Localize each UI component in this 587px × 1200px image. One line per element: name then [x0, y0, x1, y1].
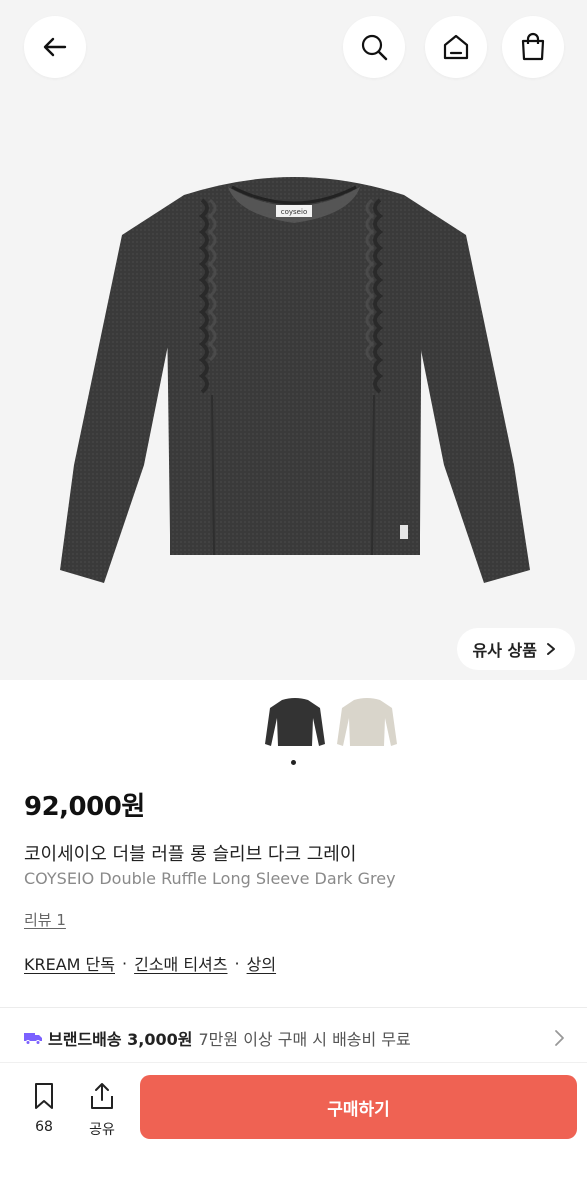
tag-kream-exclusive[interactable]: KREAM 단독 — [24, 951, 115, 975]
delivery-truck-icon — [24, 1033, 42, 1045]
color-thumbnails — [0, 680, 587, 770]
tag-separator: · — [234, 953, 240, 973]
bottom-action-bar: 68 공유 구매하기 — [0, 1062, 587, 1200]
shipping-fee-label: 브랜드배송 3,000원 — [48, 1030, 193, 1049]
shipping-info-row[interactable]: 브랜드배송 3,000원 7만원 이상 구매 시 배송비 무료 — [24, 1025, 569, 1051]
share-label: 공유 — [89, 1122, 115, 1138]
buy-button-label: 구매하기 — [327, 1099, 390, 1120]
back-button[interactable] — [24, 16, 86, 78]
home-icon — [443, 34, 469, 60]
bookmark-icon — [35, 1083, 53, 1109]
share-icon — [91, 1083, 113, 1109]
thumbnail-dark-grey[interactable] — [262, 690, 328, 760]
back-arrow-icon — [43, 37, 67, 57]
product-price: 92,000원 — [24, 792, 145, 822]
tag-tops[interactable]: 상의 — [247, 951, 276, 975]
bookmark-button[interactable]: 68 — [22, 1081, 66, 1141]
similar-products-button[interactable]: 유사 상품 — [456, 628, 575, 670]
free-shipping-condition: 7만원 이상 구매 시 배송비 무료 — [198, 1030, 411, 1049]
home-button[interactable] — [425, 16, 487, 78]
chevron-right-icon — [555, 1030, 564, 1046]
selected-thumbnail-indicator — [291, 760, 296, 765]
thumbnail-light-beige[interactable] — [334, 690, 400, 760]
product-photo: coyseio — [60, 177, 530, 583]
product-name-korean: 코이세이오 더블 러플 롱 슬리브 다크 그레이 — [24, 844, 357, 865]
tag-long-sleeve-tshirt[interactable]: 긴소매 티셔츠 — [134, 951, 227, 975]
shopping-bag-icon — [521, 32, 545, 61]
share-button[interactable]: 공유 — [80, 1081, 124, 1141]
neck-label: coyseio — [281, 208, 307, 216]
buy-button[interactable]: 구매하기 — [140, 1075, 577, 1139]
category-tags: KREAM 단독 · 긴소매 티셔츠 · 상의 — [24, 951, 276, 975]
bookmark-count: 68 — [35, 1119, 53, 1135]
section-divider — [0, 1007, 587, 1008]
product-image-area[interactable]: coyseio 유사 상품 — [0, 0, 587, 680]
tag-separator: · — [122, 953, 128, 973]
product-name-english: COYSEIO Double Ruffle Long Sleeve Dark G… — [24, 869, 396, 888]
search-icon — [361, 34, 388, 61]
similar-products-label: 유사 상품 — [472, 641, 537, 660]
shopping-bag-button[interactable] — [502, 16, 564, 78]
chevron-right-icon — [547, 643, 555, 655]
review-link[interactable]: 리뷰 1 — [24, 909, 66, 930]
search-button[interactable] — [343, 16, 405, 78]
